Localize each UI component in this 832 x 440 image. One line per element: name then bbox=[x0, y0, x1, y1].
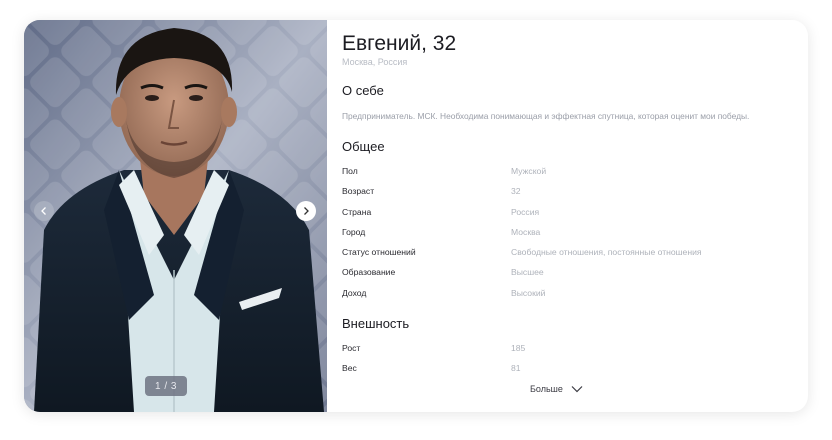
profile-info: Евгений, 32 Москва, Россия О себе Предпр… bbox=[342, 20, 802, 412]
general-row: Статус отношений Свободные отношения, по… bbox=[342, 243, 802, 263]
row-value: Высшее bbox=[511, 267, 544, 278]
about-title: О себе bbox=[342, 83, 384, 98]
profile-name: Евгений, 32 bbox=[342, 32, 457, 55]
row-label: Рост bbox=[342, 343, 361, 353]
appearance-title: Внешность bbox=[342, 316, 410, 331]
row-value: Мужской bbox=[511, 166, 547, 176]
row-label: Доход bbox=[342, 287, 367, 298]
photo-counter: 1 / 3 bbox=[145, 376, 187, 396]
general-row: Образование Высшее bbox=[342, 263, 802, 283]
general-row: Возраст 32 bbox=[342, 182, 802, 202]
chevron-down-icon bbox=[571, 386, 583, 393]
row-label: Вес bbox=[342, 363, 357, 374]
chevron-left-icon bbox=[41, 207, 46, 215]
row-value: Свободные отношения, постоянные отношени… bbox=[511, 247, 702, 258]
appearance-row: Рост 185 bbox=[342, 339, 802, 359]
row-label: Образование bbox=[342, 267, 396, 278]
row-value: Россия bbox=[511, 206, 540, 217]
general-list: Пол Мужской Возраст 32 Страна Россия Гор… bbox=[342, 162, 802, 304]
row-value: 32 bbox=[511, 186, 521, 197]
row-value: 185 bbox=[511, 343, 526, 353]
prev-photo-button[interactable] bbox=[34, 201, 54, 221]
profile-photo bbox=[24, 20, 327, 412]
general-row: Страна Россия bbox=[342, 203, 802, 223]
more-button[interactable]: Больше bbox=[530, 384, 583, 394]
general-title: Общее bbox=[342, 139, 385, 154]
row-value: Москва bbox=[511, 226, 541, 237]
appearance-row: Вес 81 bbox=[342, 359, 802, 379]
row-label: Страна bbox=[342, 206, 372, 217]
general-row: Город Москва bbox=[342, 223, 802, 243]
row-label: Город bbox=[342, 226, 366, 237]
general-row: Доход Высокий bbox=[342, 284, 802, 304]
row-value: 81 bbox=[511, 363, 521, 374]
row-label: Пол bbox=[342, 166, 358, 176]
profile-card: 1 / 3 Евгений, 32 Москва, Россия О себе … bbox=[24, 20, 808, 412]
more-label: Больше bbox=[530, 384, 563, 394]
chevron-right-icon bbox=[304, 207, 309, 215]
row-label: Статус отношений bbox=[342, 247, 416, 258]
photo-carousel[interactable]: 1 / 3 bbox=[24, 20, 327, 412]
general-row: Пол Мужской bbox=[342, 162, 802, 182]
row-label: Возраст bbox=[342, 186, 375, 197]
profile-location: Москва, Россия bbox=[342, 57, 408, 67]
row-value: Высокий bbox=[511, 287, 546, 298]
appearance-list: Рост 185 Вес 81 bbox=[342, 339, 802, 380]
next-photo-button[interactable] bbox=[296, 201, 316, 221]
about-text: Предприниматель. МСК. Необходима понимаю… bbox=[342, 111, 750, 121]
